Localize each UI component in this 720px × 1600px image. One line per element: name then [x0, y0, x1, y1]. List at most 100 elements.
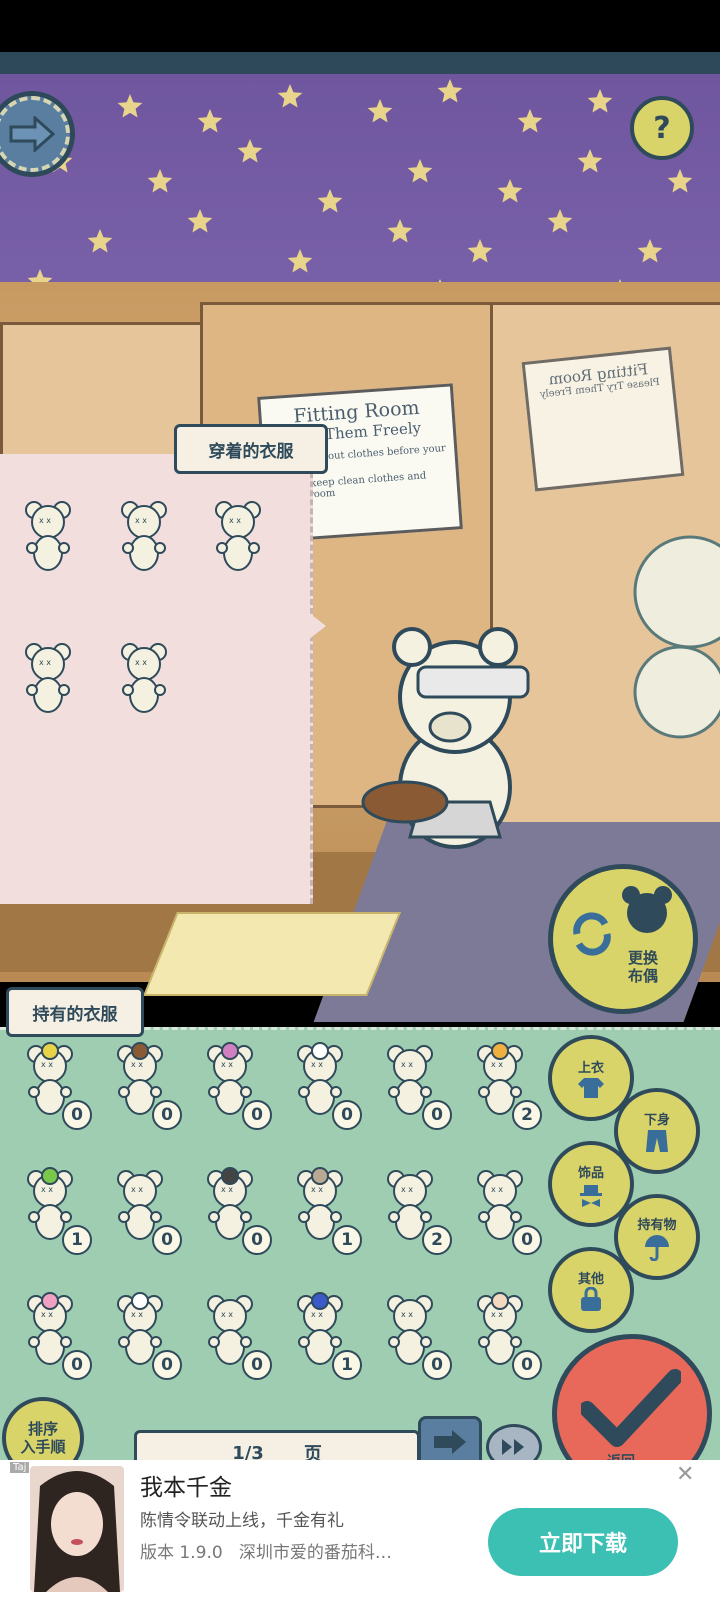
mirror-bear-reflection [633, 535, 720, 739]
status-bar [0, 0, 720, 52]
svg-text:x x: x x [311, 1310, 323, 1319]
bear-bandage-icon: x x [121, 643, 167, 713]
star-decoration [287, 249, 313, 273]
svg-text:x x: x x [491, 1310, 503, 1319]
item-count-badge: 0 [242, 1225, 272, 1255]
star-decoration [667, 169, 693, 193]
star-decoration [437, 79, 463, 103]
svg-text:x x: x x [39, 516, 51, 525]
svg-text:x x: x x [135, 658, 147, 667]
item-count-badge: 0 [242, 1350, 272, 1380]
star-decoration [187, 209, 213, 233]
fast-forward-icon [502, 1439, 524, 1455]
item-count-badge: 0 [422, 1350, 452, 1380]
item-count-badge: 0 [422, 1100, 452, 1130]
panel-pointer [308, 612, 326, 640]
item-count-badge: 2 [422, 1225, 452, 1255]
svg-text:x x: x x [131, 1310, 143, 1319]
item-count-badge: 1 [332, 1350, 362, 1380]
ad-tag: Taj [10, 1462, 30, 1473]
item-count-badge: 0 [242, 1100, 272, 1130]
change-doll-button[interactable]: 更换 布偶 [548, 864, 698, 1014]
worn-item[interactable]: x x [22, 640, 74, 716]
help-button[interactable]: ? [630, 96, 694, 160]
item-count-badge: 0 [512, 1225, 542, 1255]
star-decoration [237, 139, 263, 163]
item-count-badge: 0 [152, 1350, 182, 1380]
ad-close-icon[interactable]: ✕ [676, 1462, 694, 1487]
bag-icon [581, 1286, 601, 1311]
svg-text:x x: x x [311, 1185, 323, 1194]
star-decoration [117, 94, 143, 118]
owned-clothes-title: 持有的衣服 [6, 987, 144, 1037]
ad-avatar[interactable] [30, 1466, 124, 1592]
pagination-bar: 1/3 页 [134, 1430, 420, 1460]
svg-text:x x: x x [221, 1310, 233, 1319]
worn-item[interactable]: x x [22, 498, 74, 574]
svg-text:x x: x x [401, 1060, 413, 1069]
item-count-badge: 0 [332, 1100, 362, 1130]
refresh-icon [573, 912, 611, 956]
worn-item[interactable]: x x [212, 498, 264, 574]
worn-clothes-panel: x x x x x x x x x x [0, 454, 313, 904]
svg-text:x x: x x [311, 1060, 323, 1069]
shirt-icon [578, 1077, 604, 1098]
star-decoration [87, 229, 113, 253]
page-indicator: 1/3 [232, 1442, 264, 1461]
pants-icon [646, 1129, 668, 1152]
star-decoration [467, 239, 493, 263]
item-count-badge: 0 [62, 1100, 92, 1130]
item-count-badge: 1 [62, 1225, 92, 1255]
worn-item[interactable]: x x [118, 640, 170, 716]
ad-description: 陈情令联动上线，千金有礼 [140, 1511, 344, 1531]
item-count-badge: 2 [512, 1100, 542, 1130]
star-decoration [517, 109, 543, 133]
item-count-badge: 0 [152, 1100, 182, 1130]
star-decoration [497, 179, 523, 203]
bear-skirt-icon: x x [215, 501, 261, 571]
category-other-button[interactable]: 其他 [548, 1247, 634, 1333]
svg-text:x x: x x [229, 516, 241, 525]
page-unit: 页 [303, 1444, 322, 1460]
main-bear-character[interactable] [360, 612, 540, 862]
svg-text:x x: x x [131, 1060, 143, 1069]
question-icon: ? [653, 110, 671, 146]
star-decoration [147, 169, 173, 193]
star-decoration [587, 89, 613, 113]
ad-download-button[interactable]: 立即下载 [488, 1508, 678, 1576]
item-count-badge: 0 [512, 1350, 542, 1380]
ad-title: 我本千金 [140, 1475, 232, 1501]
starry-wall [0, 52, 720, 312]
star-decoration [197, 109, 223, 133]
item-count-badge: 0 [62, 1350, 92, 1380]
svg-text:x x: x x [491, 1060, 503, 1069]
change-doll-label: 更换 布偶 [627, 949, 658, 985]
svg-text:x x: x x [491, 1185, 503, 1194]
ad-version: 版本 1.9.0 [140, 1543, 223, 1563]
svg-text:x x: x x [41, 1310, 53, 1319]
worn-item[interactable]: x x [118, 498, 170, 574]
svg-text:x x: x x [401, 1185, 413, 1194]
arrow-right-icon [434, 1430, 466, 1454]
star-decoration [637, 239, 663, 263]
category-label: 下身 [643, 1112, 670, 1128]
svg-text:x x: x x [41, 1185, 53, 1194]
stars-decoration [27, 79, 693, 312]
arrow-right-icon [9, 116, 55, 152]
game-scene: Fitting Room Try Them Freely Don't take … [0, 52, 720, 1460]
category-label: 其他 [577, 1271, 604, 1287]
ad-publisher: 深圳市爱的番茄科… [238, 1543, 392, 1563]
category-label: 上衣 [577, 1060, 604, 1076]
bear-jacket-icon: x x [121, 501, 167, 571]
ad-meta: 版本 1.9.0 深圳市爱的番茄科… [140, 1538, 392, 1563]
girl-portrait-icon [34, 1471, 120, 1592]
bear-head-icon [622, 886, 672, 933]
svg-text:x x: x x [131, 1185, 143, 1194]
next-page-button[interactable] [418, 1416, 482, 1460]
svg-text:x x: x x [39, 658, 51, 667]
star-decoration [577, 149, 603, 173]
floor-mat [143, 912, 401, 996]
category-label: 持有物 [637, 1217, 677, 1233]
svg-text:x x: x x [41, 1060, 53, 1069]
item-count-badge: 1 [332, 1225, 362, 1255]
